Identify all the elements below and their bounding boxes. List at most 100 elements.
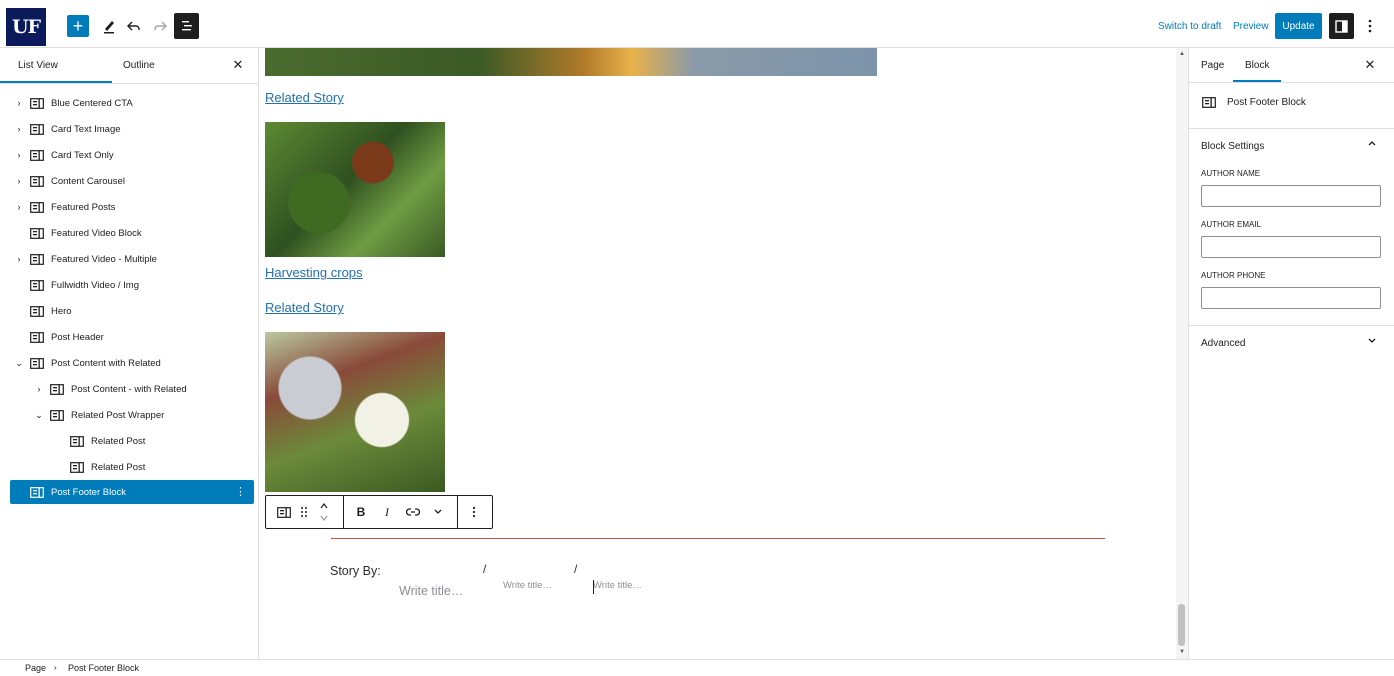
list-item[interactable]: › Blue Centered CTA (0, 91, 258, 115)
editor-top-toolbar: UF + Switch to draft Preview Update (0, 0, 1394, 48)
drag-handle-icon (301, 507, 307, 517)
scroll-down-icon[interactable]: ▼ (1179, 649, 1185, 655)
separator-slash: / (483, 562, 487, 576)
tab-list-view[interactable]: List View (18, 60, 58, 71)
block-icon (30, 357, 44, 369)
list-item[interactable]: › Card Text Only (0, 143, 258, 167)
close-settings-button[interactable]: ✕ (1362, 57, 1378, 73)
block-icon (50, 383, 64, 395)
site-logo[interactable]: UF (6, 8, 46, 46)
separator-slash: / (574, 562, 578, 576)
list-item[interactable]: Fullwidth Video / Img (0, 273, 258, 297)
breadcrumb-root[interactable]: Page (25, 663, 46, 673)
list-item[interactable]: › Post Content - with Related (0, 377, 258, 401)
list-item[interactable]: › Content Carousel (0, 169, 258, 193)
related-story-link[interactable]: Related Story (265, 300, 344, 315)
link-icon (406, 508, 420, 516)
related-post-image[interactable] (265, 332, 445, 492)
update-button[interactable]: Update (1275, 13, 1322, 39)
author-name-input[interactable] (1201, 185, 1381, 207)
chevron-right-icon[interactable]: › (14, 254, 24, 264)
list-item[interactable]: Related Post (0, 429, 258, 453)
chevron-right-icon[interactable]: › (14, 150, 24, 160)
block-icon (30, 227, 44, 239)
chevron-right-icon[interactable]: › (14, 98, 24, 108)
author-phone-field[interactable]: Write title… (593, 580, 642, 591)
more-rich-text-button[interactable] (430, 496, 446, 528)
list-item-selected[interactable]: Post Footer Block ⋮ (10, 480, 254, 504)
move-up-down-buttons[interactable] (316, 496, 332, 528)
block-options-button[interactable] (466, 496, 482, 528)
block-icon (1202, 97, 1216, 108)
close-icon: ✕ (1364, 57, 1376, 72)
bold-button[interactable]: B (352, 496, 370, 528)
tab-block[interactable]: Block (1245, 60, 1269, 71)
block-icon (70, 461, 84, 473)
chevron-right-icon[interactable]: › (14, 202, 24, 212)
author-email-input[interactable] (1201, 236, 1381, 258)
advanced-toggle[interactable]: Advanced (1201, 338, 1245, 349)
tools-button[interactable] (99, 14, 119, 38)
add-block-button[interactable]: + (67, 15, 89, 37)
related-post-image[interactable] (265, 122, 445, 257)
list-item-label: Fullwidth Video / Img (51, 279, 140, 291)
author-phone-label: AUTHOR PHONE (1201, 271, 1266, 280)
list-item-label: Post Footer Block (51, 486, 126, 498)
block-card: Post Footer Block (1189, 83, 1394, 129)
author-phone-input[interactable] (1201, 287, 1381, 309)
breadcrumb-current: Post Footer Block (68, 663, 140, 673)
text-cursor (593, 580, 594, 594)
block-icon (277, 506, 291, 518)
list-item[interactable]: Featured Video Block (0, 221, 258, 245)
undo-button[interactable] (124, 14, 144, 38)
list-item[interactable]: › Featured Posts (0, 195, 258, 219)
chevron-up-icon[interactable] (1367, 139, 1377, 150)
block-options-button[interactable]: ⋮ (235, 485, 246, 498)
drag-handle[interactable] (297, 496, 311, 528)
scrollbar-thumb[interactable] (1178, 604, 1185, 646)
switch-to-draft-button[interactable]: Switch to draft (1158, 21, 1221, 32)
block-settings-toggle[interactable]: Block Settings (1201, 141, 1264, 152)
tab-page[interactable]: Page (1201, 60, 1224, 71)
list-item-label: Post Content with Related (51, 357, 161, 369)
settings-toggle-button[interactable] (1329, 13, 1354, 39)
redo-button[interactable] (150, 14, 170, 38)
preview-button[interactable]: Preview (1233, 21, 1269, 32)
block-icon (30, 305, 44, 317)
chevron-right-icon: › (54, 663, 57, 672)
italic-button[interactable]: I (379, 496, 395, 528)
chevron-down-icon[interactable] (1367, 337, 1377, 348)
list-item-label: Post Header (51, 331, 104, 343)
block-settings-panel: Block Settings AUTHOR NAME AUTHOR EMAIL … (1189, 129, 1394, 326)
block-type-button[interactable] (274, 496, 294, 528)
list-item[interactable]: ⌄ Related Post Wrapper (0, 403, 258, 427)
list-item[interactable]: Post Header (0, 325, 258, 349)
list-item[interactable]: › Card Text Image (0, 117, 258, 141)
featured-image[interactable] (265, 48, 877, 76)
related-post-title-link[interactable]: Harvesting crops (265, 265, 363, 280)
related-story-link[interactable]: Related Story (265, 90, 344, 105)
list-item[interactable]: ⌄ Post Content with Related (0, 351, 258, 375)
chevron-down-icon[interactable]: ⌄ (14, 358, 24, 369)
plus-icon: + (72, 16, 84, 36)
canvas-scrollbar[interactable]: ▲ ▼ (1176, 48, 1188, 659)
chevron-right-icon[interactable]: › (14, 176, 24, 186)
link-button[interactable] (404, 496, 422, 528)
chevron-right-icon[interactable]: › (34, 384, 44, 394)
block-toolbar: B I (265, 495, 493, 529)
author-email-field[interactable]: Write title… (503, 580, 552, 591)
list-item[interactable]: Hero (0, 299, 258, 323)
options-menu-button[interactable] (1360, 14, 1380, 38)
close-list-view-button[interactable]: ✕ (230, 57, 246, 73)
list-item[interactable]: › Featured Video - Multiple (0, 247, 258, 271)
list-item[interactable]: Related Post (0, 455, 258, 479)
author-name-field[interactable]: Write title… (399, 584, 463, 598)
document-overview-button[interactable] (174, 13, 199, 39)
tab-outline[interactable]: Outline (123, 60, 155, 71)
chevron-right-icon[interactable]: › (14, 124, 24, 134)
vertical-ellipsis-icon (472, 506, 476, 518)
list-item-label: Related Post (91, 461, 146, 473)
chevron-down-icon[interactable]: ⌄ (34, 410, 44, 421)
scroll-up-icon[interactable]: ▲ (1179, 51, 1185, 57)
list-item-label: Card Text Image (51, 123, 121, 135)
